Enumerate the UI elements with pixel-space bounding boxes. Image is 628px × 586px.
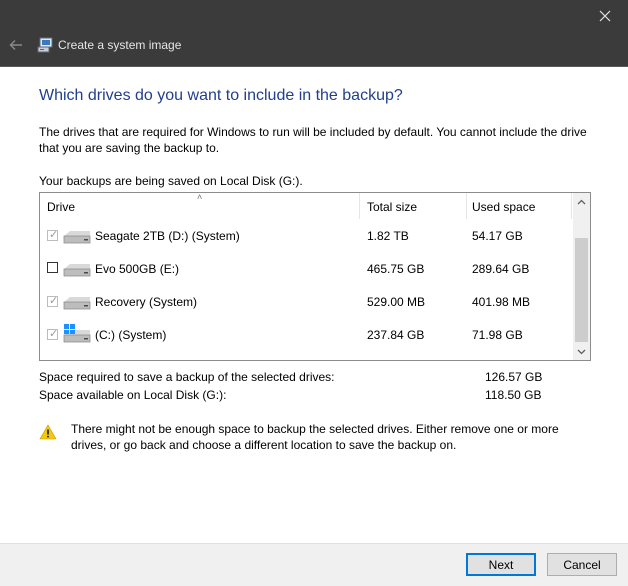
next-button[interactable]: Next — [466, 553, 536, 576]
system-image-icon — [37, 37, 53, 53]
drive-used-space: 401.98 MB — [472, 295, 531, 309]
drive-name: Seagate 2TB (D:) (System) — [95, 229, 240, 243]
warning-icon — [39, 424, 57, 440]
checkmark-icon: ✓ — [49, 295, 59, 307]
drive-name: Evo 500GB (E:) — [95, 262, 180, 276]
column-divider[interactable] — [571, 193, 572, 219]
hard-drive-icon — [63, 264, 91, 277]
scroll-up-button[interactable] — [573, 193, 590, 210]
close-button[interactable] — [582, 0, 628, 32]
drive-checkbox: ✓ — [47, 328, 59, 340]
drive-used-space: 289.64 GB — [472, 262, 530, 276]
column-header-used-space[interactable]: Used space — [472, 200, 535, 214]
hard-drive-icon — [63, 297, 91, 310]
drive-used-space: 71.98 GB — [472, 328, 523, 342]
table-row[interactable]: Evo 500GB (E:) 465.75 GB 289.64 GB — [40, 252, 572, 285]
column-header-drive[interactable]: Drive — [47, 200, 75, 214]
space-available-value: 118.50 GB — [485, 388, 542, 402]
drive-used-space: 54.17 GB — [472, 229, 523, 243]
drive-checkbox: ✓ — [47, 295, 59, 307]
warning-message: There might not be enough space to backu… — [71, 422, 559, 452]
checkmark-icon: ✓ — [49, 229, 59, 241]
checkmark-icon: ✓ — [49, 328, 59, 340]
page-heading: Which drives do you want to include in t… — [39, 87, 403, 104]
space-required-value: 126.57 GB — [485, 370, 543, 384]
table-row[interactable]: ✓ Seagate 2TB (D:) (System) 1.82 TB 54.1… — [40, 219, 572, 252]
column-header-total-size[interactable]: Total size — [367, 200, 417, 214]
scroll-down-button[interactable] — [573, 343, 590, 360]
space-required-label: Space required to save a backup of the s… — [39, 370, 335, 384]
column-divider[interactable] — [466, 193, 467, 219]
drives-list[interactable]: ˄ Drive Total size Used space ✓ Seagate … — [39, 192, 591, 361]
table-row[interactable]: ✓ Recovery (System) 529.00 MB 401.98 MB — [40, 285, 572, 318]
drive-name: (C:) (System) — [95, 328, 167, 342]
windows-drive-icon — [63, 324, 91, 343]
drive-total-size: 237.84 GB — [367, 328, 425, 342]
close-icon — [599, 10, 611, 22]
chevron-down-icon — [577, 349, 586, 354]
vertical-scrollbar[interactable] — [573, 193, 590, 360]
drive-checkbox[interactable] — [47, 262, 58, 273]
drive-total-size: 465.75 GB — [367, 262, 425, 276]
scrollbar-thumb[interactable] — [575, 238, 588, 342]
drive-total-size: 529.00 MB — [367, 295, 426, 309]
cancel-button[interactable]: Cancel — [547, 553, 617, 576]
drive-checkbox: ✓ — [47, 229, 59, 241]
drive-total-size: 1.82 TB — [367, 229, 409, 243]
window-title: Create a system image — [58, 38, 182, 52]
space-available-label: Space available on Local Disk (G:): — [39, 388, 227, 402]
table-row[interactable]: ✓ (C:) (System) 237.84 GB 71.98 GB — [40, 318, 572, 351]
drive-name: Recovery (System) — [95, 295, 198, 309]
description-text: The drives that are required for Windows… — [39, 125, 587, 155]
chevron-up-icon — [577, 199, 586, 204]
title-bar: Create a system image — [0, 0, 628, 67]
backup-location-text: Your backups are being saved on Local Di… — [39, 174, 303, 188]
sort-ascending-icon: ˄ — [197, 192, 203, 202]
hard-drive-icon — [63, 231, 91, 244]
column-divider[interactable] — [359, 193, 360, 219]
back-arrow-icon[interactable] — [7, 36, 25, 54]
list-header: ˄ Drive Total size Used space — [40, 192, 572, 219]
dialog-footer: Next Cancel — [0, 543, 628, 586]
